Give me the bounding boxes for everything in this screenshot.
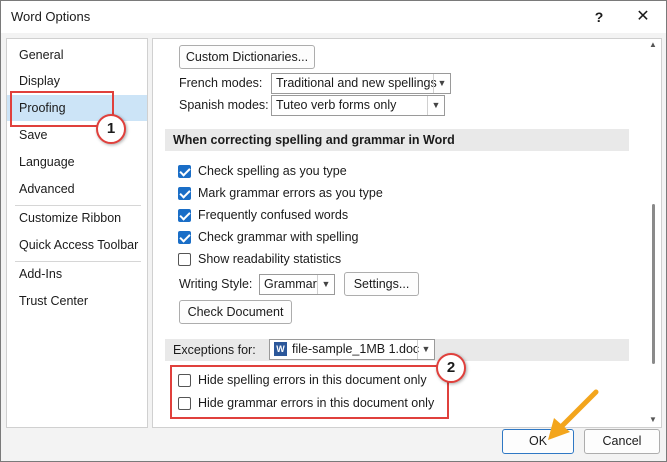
exceptions-label: Exceptions for: [173, 343, 256, 357]
chevron-down-icon: ▼ [317, 275, 334, 294]
options-category-list: General Display Proofing Save Language A… [6, 38, 148, 428]
scroll-up-icon[interactable]: ▲ [649, 40, 657, 49]
writing-style-value: Grammar [264, 277, 317, 291]
nav-display[interactable]: Display [7, 68, 147, 94]
help-icon[interactable]: ? [577, 1, 621, 33]
close-icon[interactable]: ✕ [621, 1, 665, 33]
option-label: Hide grammar errors in this document onl… [198, 396, 435, 410]
settings-button[interactable]: Settings... [344, 272, 419, 296]
nav-quick-access-toolbar[interactable]: Quick Access Toolbar [7, 232, 147, 258]
writing-style-label: Writing Style: [179, 277, 253, 291]
checkbox-checked[interactable] [178, 209, 191, 222]
french-modes-label: French modes: [179, 76, 263, 90]
checkbox-unchecked[interactable] [178, 253, 191, 266]
nav-proofing[interactable]: Proofing [7, 95, 147, 121]
option-label: Check grammar with spelling [198, 230, 359, 244]
chevron-down-icon: ▼ [417, 340, 434, 359]
french-modes-select[interactable]: Traditional and new spellings ▼ [271, 73, 451, 94]
chevron-down-icon: ▼ [433, 74, 450, 93]
checkbox-unchecked[interactable] [178, 374, 191, 387]
step-2-badge: 2 [436, 353, 466, 383]
nav-add-ins[interactable]: Add-Ins [7, 261, 147, 287]
nav-trust-center[interactable]: Trust Center [7, 288, 147, 314]
scroll-down-icon[interactable]: ▼ [649, 415, 657, 424]
option-label: Hide spelling errors in this document on… [198, 373, 427, 387]
checkbox-checked[interactable] [178, 231, 191, 244]
dialog-title: Word Options [11, 9, 91, 24]
spelling-grammar-section-title: When correcting spelling and grammar in … [165, 129, 629, 151]
spanish-modes-label: Spanish modes: [179, 98, 269, 112]
checkbox-checked[interactable] [178, 187, 191, 200]
spanish-modes-value: Tuteo verb forms only [276, 98, 397, 112]
content-scrollbar[interactable]: ▲ ▼ [649, 40, 657, 424]
nav-general[interactable]: General [7, 42, 147, 68]
title-bar: Word Options ? ✕ [1, 1, 666, 33]
french-modes-value: Traditional and new spellings [276, 76, 437, 90]
nav-customize-ribbon[interactable]: Customize Ribbon [7, 205, 147, 231]
checkbox-checked[interactable] [178, 165, 191, 178]
option-label: Show readability statistics [198, 252, 342, 266]
check-document-button[interactable]: Check Document [179, 300, 292, 324]
nav-save[interactable]: Save [7, 122, 147, 148]
exceptions-document-select[interactable]: W file-sample_1MB 1.doc ▼ [269, 339, 435, 360]
option-label: Frequently confused words [198, 208, 349, 222]
scroll-thumb[interactable] [652, 204, 655, 364]
spanish-modes-select[interactable]: Tuteo verb forms only ▼ [271, 95, 445, 116]
writing-style-select[interactable]: Grammar ▼ [259, 274, 335, 295]
exceptions-file-name: file-sample_1MB 1.doc [292, 342, 420, 356]
option-label: Check spelling as you type [198, 164, 347, 178]
option-label: Mark grammar errors as you type [198, 186, 383, 200]
word-document-icon: W [274, 342, 287, 356]
arrow-shaft [557, 389, 599, 431]
checkbox-unchecked[interactable] [178, 397, 191, 410]
arrow-pointer-icon [548, 389, 599, 440]
chevron-down-icon: ▼ [427, 96, 444, 115]
nav-language[interactable]: Language [7, 149, 147, 175]
custom-dictionaries-button[interactable]: Custom Dictionaries... [179, 45, 315, 69]
step-1-badge: 1 [96, 114, 126, 144]
proofing-panel: Custom Dictionaries... French modes: Tra… [152, 38, 662, 428]
nav-advanced[interactable]: Advanced [7, 176, 147, 202]
